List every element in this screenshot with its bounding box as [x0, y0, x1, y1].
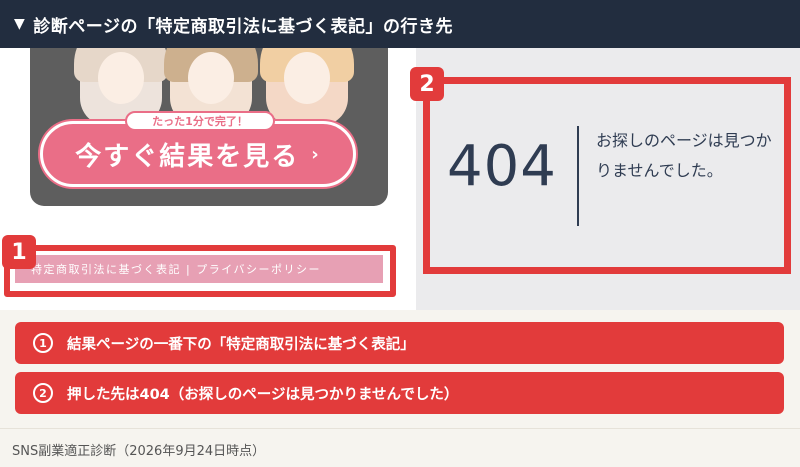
triangle-down-icon: ▼	[14, 16, 26, 32]
marker-badge-2: 2	[410, 67, 444, 101]
note-item-2: 2 押した先は404（お探しのページは見つかりませんでした）	[15, 372, 784, 414]
marker-badge-1: 1	[2, 235, 36, 269]
illustration-woman-3	[260, 48, 354, 126]
circled-number-2: 2	[33, 383, 53, 403]
cta-pill-label: たった1分で完了！	[125, 111, 275, 131]
note-text-1: 結果ページの一番下の「特定商取引法に基づく表記」	[67, 336, 415, 353]
divider	[0, 428, 800, 429]
source-caption: SNS副業適正診断（2026年9月24日時点）	[12, 444, 266, 459]
divider-line	[577, 126, 579, 226]
error-message: お探しのページは見つかりませんでした。	[596, 131, 772, 180]
header-title: 診断ページの「特定商取引法に基づく表記」の行き先	[33, 16, 453, 37]
note-text-2: 押した先は404（お探しのページは見つかりませんでした）	[67, 386, 459, 403]
highlight-box-1	[4, 245, 396, 297]
error-code: 404	[447, 134, 557, 199]
cta-label: 今すぐ結果を見る	[75, 141, 300, 172]
chevron-right-icon: ›	[311, 143, 321, 165]
circled-number-1: 1	[33, 333, 53, 353]
note-item-1: 1 結果ページの一番下の「特定商取引法に基づく表記」	[15, 322, 784, 364]
header-bar: ▼ 診断ページの「特定商取引法に基づく表記」の行き先	[0, 0, 800, 48]
